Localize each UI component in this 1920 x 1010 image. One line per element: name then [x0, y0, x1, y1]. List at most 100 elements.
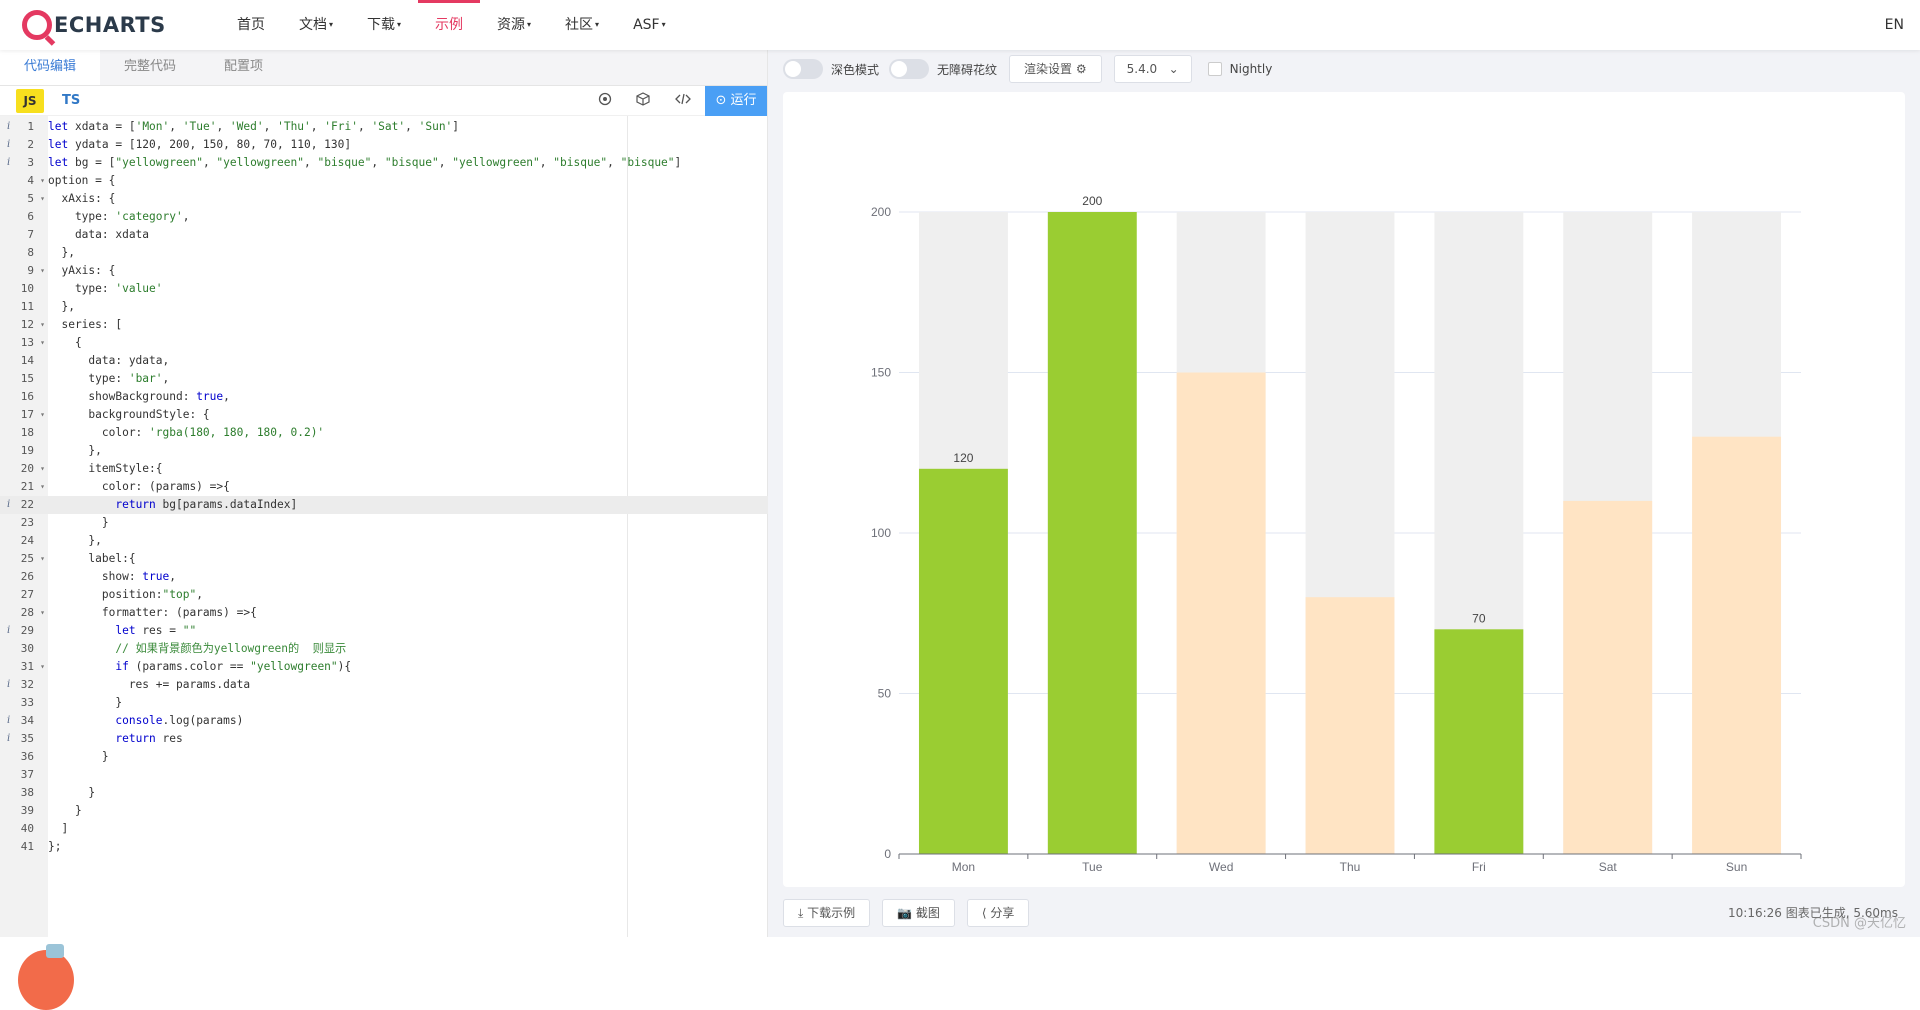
- format-icon[interactable]: [596, 92, 614, 110]
- bar-chart[interactable]: 0 50 100 150 200 120 Mon 200 Tue Wed Thu 70 Fri Sat Su…: [783, 92, 1905, 887]
- gutter-line[interactable]: 27: [0, 586, 48, 604]
- gutter-line[interactable]: 18: [0, 424, 48, 442]
- gutter-line[interactable]: 30: [0, 640, 48, 658]
- nav-item-0[interactable]: 首页: [220, 0, 282, 50]
- nav-item-1[interactable]: 文档 ▾: [282, 0, 350, 50]
- gutter-line[interactable]: 36: [0, 748, 48, 766]
- tab-options[interactable]: 配置项: [200, 49, 287, 85]
- nav-item-2[interactable]: 下载 ▾: [350, 0, 418, 50]
- js-button[interactable]: JS: [16, 88, 44, 113]
- code-line[interactable]: res += params.data: [48, 676, 250, 694]
- aria-pattern-toggle[interactable]: [889, 59, 930, 79]
- language-switch[interactable]: EN: [1885, 0, 1904, 50]
- code-line[interactable]: return bg[params.dataIndex]: [48, 496, 768, 514]
- code-line[interactable]: color: 'rgba(180, 180, 180, 0.2)': [48, 424, 324, 442]
- code-line[interactable]: ]: [48, 820, 68, 838]
- code-line[interactable]: type: 'category',: [48, 208, 190, 226]
- code-line[interactable]: // 如果背景颜色为yellowgreen的 则显示: [48, 640, 346, 658]
- code-line[interactable]: color: (params) =>{: [48, 478, 230, 496]
- gutter-line[interactable]: i1: [0, 118, 48, 136]
- gutter-line[interactable]: 28 ▾: [0, 604, 48, 622]
- gutter-line[interactable]: 25 ▾: [0, 550, 48, 568]
- gutter-line[interactable]: 38: [0, 784, 48, 802]
- gutter-line[interactable]: 33: [0, 694, 48, 712]
- fold-arrow-icon[interactable]: ▾: [40, 190, 45, 208]
- code-line[interactable]: data: xdata: [48, 226, 149, 244]
- code-line[interactable]: },: [48, 244, 74, 262]
- gutter-line[interactable]: 4 ▾: [0, 172, 48, 190]
- gutter-line[interactable]: 26: [0, 568, 48, 586]
- run-button[interactable]: ⊙ 运行: [705, 86, 767, 116]
- code-line[interactable]: data: ydata,: [48, 352, 169, 370]
- gutter-line[interactable]: 19: [0, 442, 48, 460]
- nav-item-3[interactable]: 示例: [418, 0, 481, 50]
- code-editor[interactable]: i 1 i 2 i 3 4 ▾ 5 ▾ 6 7 8 9 ▾ 10 11 12 ▾ 13 ▾ 14 15 16 17 ▾ 18 19 20…: [0, 116, 768, 937]
- nav-item-5[interactable]: 社区 ▾: [548, 0, 616, 50]
- nav-item-6[interactable]: ASF ▾: [616, 0, 683, 50]
- render-settings-button[interactable]: 渲染设置 ⚙: [1009, 55, 1102, 83]
- code-line[interactable]: },: [48, 298, 74, 316]
- tab-code-edit[interactable]: 代码编辑: [0, 49, 101, 85]
- gutter-line[interactable]: 24: [0, 532, 48, 550]
- code-line[interactable]: let ydata = [120, 200, 150, 80, 70, 110,…: [48, 136, 351, 154]
- fold-arrow-icon[interactable]: ▾: [40, 316, 45, 334]
- code-text-area[interactable]: let xdata = ['Mon', 'Tue', 'Wed', 'Thu',…: [48, 116, 768, 937]
- gutter-line[interactable]: 9 ▾: [0, 262, 48, 280]
- dark-mode-toggle[interactable]: [783, 59, 823, 79]
- fold-arrow-icon[interactable]: ▾: [40, 406, 45, 424]
- fold-arrow-icon[interactable]: ▾: [40, 460, 45, 478]
- chart-container[interactable]: 0 50 100 150 200 120 Mon 200 Tue Wed Thu 70 Fri Sat Su…: [783, 92, 1905, 887]
- gutter-line[interactable]: 8: [0, 244, 48, 262]
- code-line[interactable]: show: true,: [48, 568, 176, 586]
- code-line[interactable]: }: [48, 784, 95, 802]
- code-line[interactable]: let bg = ["yellowgreen", "yellowgreen", …: [48, 154, 681, 172]
- tab-full-code[interactable]: 完整代码: [100, 49, 200, 85]
- code-line[interactable]: if (params.color == "yellowgreen"){: [48, 658, 351, 676]
- code-line[interactable]: }: [48, 514, 109, 532]
- gutter-line[interactable]: 21 ▾: [0, 478, 48, 496]
- gutter-line[interactable]: 13 ▾: [0, 334, 48, 352]
- fold-arrow-icon[interactable]: ▾: [40, 658, 45, 676]
- code-line[interactable]: let res = "": [48, 622, 196, 640]
- gutter-line[interactable]: i 32: [0, 676, 48, 694]
- code-line[interactable]: type: 'value': [48, 280, 163, 298]
- screenshot-button[interactable]: 📷 截图: [882, 899, 955, 927]
- code-line[interactable]: label:{: [48, 550, 135, 568]
- code-line[interactable]: position:"top",: [48, 586, 203, 604]
- gutter-line[interactable]: 17 ▾: [0, 406, 48, 424]
- gutter-line[interactable]: i 29: [0, 622, 48, 640]
- gutter-line[interactable]: i2: [0, 136, 48, 154]
- fold-arrow-icon[interactable]: ▾: [40, 262, 45, 280]
- code-line[interactable]: yAxis: {: [48, 262, 115, 280]
- share-button[interactable]: ⟨ 分享: [966, 899, 1030, 927]
- fold-arrow-icon[interactable]: ▾: [40, 334, 45, 352]
- gutter-line[interactable]: 6: [0, 208, 48, 226]
- gutter-line[interactable]: 41: [0, 838, 48, 856]
- code-line[interactable]: }: [48, 694, 122, 712]
- code-line[interactable]: {: [48, 334, 82, 352]
- gutter-line[interactable]: 40: [0, 820, 48, 838]
- fold-arrow-icon[interactable]: ▾: [40, 478, 45, 496]
- gutter-line[interactable]: 39: [0, 802, 48, 820]
- code-line[interactable]: backgroundStyle: {: [48, 406, 209, 424]
- code-line[interactable]: type: 'bar',: [48, 370, 169, 388]
- code-line[interactable]: return res: [48, 730, 182, 748]
- code-line[interactable]: },: [48, 532, 101, 550]
- gutter-line[interactable]: 16: [0, 388, 48, 406]
- version-select[interactable]: 5.4.0 ⌄: [1113, 55, 1192, 83]
- nightly-checkbox[interactable]: [1207, 62, 1222, 76]
- gutter-line[interactable]: 11: [0, 298, 48, 316]
- code-line[interactable]: },: [48, 442, 101, 460]
- code-line[interactable]: itemStyle:{: [48, 460, 162, 478]
- fold-arrow-icon[interactable]: ▾: [40, 172, 45, 190]
- download-example-button[interactable]: ⤓ 下载示例: [783, 899, 871, 927]
- code-line[interactable]: option = {: [48, 172, 115, 190]
- code-line[interactable]: }: [48, 802, 82, 820]
- code-line[interactable]: series: [: [48, 316, 122, 334]
- code-line[interactable]: console.log(params): [48, 712, 243, 730]
- gutter-line[interactable]: 15: [0, 370, 48, 388]
- gutter-line[interactable]: i 34: [0, 712, 48, 730]
- nav-item-4[interactable]: 资源 ▾: [480, 0, 548, 50]
- code-line[interactable]: }: [48, 748, 109, 766]
- echarts-logo[interactable]: ECHARTS: [22, 10, 182, 40]
